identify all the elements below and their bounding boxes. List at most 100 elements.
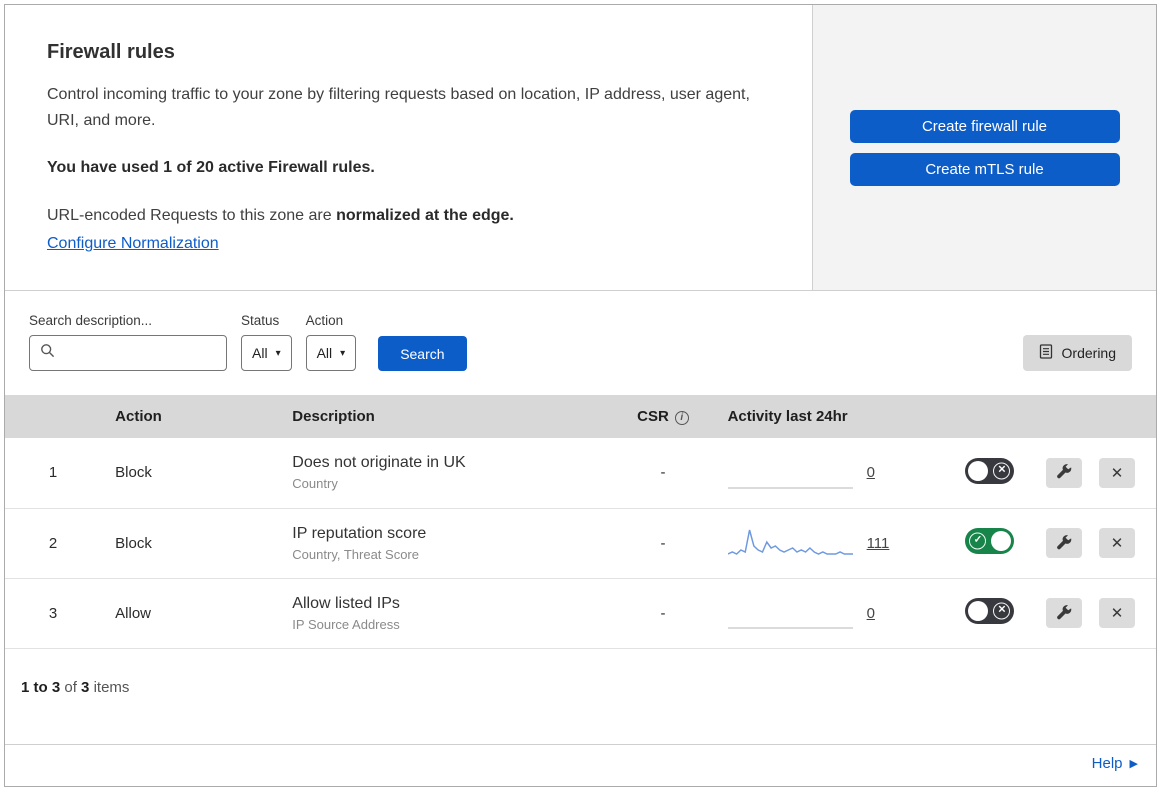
activity-sparkline [727,456,853,490]
rule-enable-toggle[interactable]: ✕ [965,598,1015,624]
rule-number: 3 [5,578,102,649]
close-icon: ✕ [1110,605,1124,622]
edit-rule-button[interactable] [1046,457,1083,488]
rule-enable-toggle[interactable]: ✓ [965,528,1015,554]
column-header-action: Action [115,408,162,425]
intro-card: Firewall rules Control incoming traffic … [5,5,813,290]
table-row: 1 Block Does not originate in UK Country… [5,438,1156,509]
toggle-knob [991,531,1012,551]
column-header-delete [1085,395,1156,438]
activity-cell: 0 [727,596,938,630]
action-select[interactable]: All ▾ [305,335,357,371]
rules-table-header: Action Description CSR i Activity last 24… [5,395,1156,438]
top-section: Firewall rules Control incoming traffic … [5,5,1156,291]
status-filter-group: Status All ▾ [241,313,292,371]
page-title: Firewall rules [47,41,175,63]
pagination-summary: 1 to 3 of 3 items [5,649,1156,745]
rule-description: Allow listed IPs [292,594,400,612]
edit-rule-button[interactable] [1046,598,1083,628]
rule-action: Block [101,508,279,579]
csr-header-label: CSR [637,408,669,425]
activity-cell: 0 [727,456,938,490]
column-header-description: Description [292,408,375,425]
column-header-edit [1032,395,1085,438]
normalization-note: URL-encoded Requests to this zone are no… [47,207,770,225]
status-select-value: All [252,345,268,361]
info-icon[interactable]: i [674,411,689,425]
column-header-toggle [951,395,1032,438]
activity-count-link[interactable]: 111 [867,535,890,552]
rules-table-body: 1 Block Does not originate in UK Country… [5,438,1156,649]
rule-number: 2 [5,508,102,579]
normalization-note-bold: normalized at the edge. [336,207,514,225]
arrow-right-icon: ▶ [1129,758,1138,770]
page-description: Control incoming traffic to your zone by… [47,86,750,129]
actions-panel: Create firewall rule Create mTLS rule [813,5,1156,290]
activity-count-link[interactable]: 0 [867,605,875,622]
configure-normalization-link[interactable]: Configure Normalization [47,235,219,252]
table-row: 2 Block IP reputation score Country, Thr… [5,508,1156,579]
column-header-activity: Activity last 24hr [727,408,848,425]
activity-count-link[interactable]: 0 [867,464,875,481]
delete-rule-button[interactable]: ✕ [1099,598,1136,628]
help-row: Help ▶ [5,745,1156,786]
chevron-down-icon: ▾ [340,347,346,359]
delete-rule-button[interactable]: ✕ [1099,528,1136,558]
rules-table: Action Description CSR i Activity last 24… [5,395,1156,649]
search-box [29,335,227,371]
delete-rule-button[interactable]: ✕ [1099,457,1136,488]
action-filter-group: Action All ▾ [305,313,357,371]
create-firewall-rule-button[interactable]: Create firewall rule [849,110,1120,143]
close-icon: ✕ [1110,535,1124,552]
search-label: Search description... [29,313,153,328]
ordering-button-label: Ordering [1061,345,1116,361]
rule-match-fields: Country, Threat Score [292,546,419,562]
rule-action: Block [101,438,279,509]
close-icon: ✕ [1110,464,1124,482]
toggle-knob [968,460,989,481]
search-button[interactable]: Search [378,336,467,371]
wrench-icon [1056,463,1072,482]
create-mtls-rule-button[interactable]: Create mTLS rule [849,153,1120,186]
action-label: Action [305,313,344,328]
help-link[interactable]: Help ▶ [1092,755,1138,772]
rule-match-fields: IP Source Address [292,616,400,632]
activity-cell: 111 [727,526,938,560]
ordering-button[interactable]: Ordering [1022,335,1132,371]
search-icon [40,343,55,363]
rule-description: IP reputation score [292,524,427,542]
status-select[interactable]: All ▾ [241,335,292,371]
rule-csr-value: - [612,438,714,509]
toggle-state-icon: ✓ [969,532,987,550]
pagination-of: of [64,678,77,696]
pagination-range: 1 to 3 [21,678,61,696]
search-filter-group: Search description... [29,313,227,371]
filter-bar: Search description... Status All ▾ Actio… [5,291,1156,395]
rule-csr-value: - [612,578,714,649]
rule-action: Allow [101,578,279,649]
rule-match-fields: Country [292,476,338,492]
activity-sparkline [727,526,853,560]
pagination-items-label: items [93,678,130,696]
rule-csr-value: - [612,508,714,579]
help-link-label: Help [1091,755,1123,772]
list-icon [1039,344,1053,362]
rule-enable-toggle[interactable]: ✕ [965,457,1015,484]
edit-rule-button[interactable] [1046,528,1083,558]
pagination-total: 3 [81,678,90,696]
toggle-state-icon: ✕ [993,602,1011,620]
column-header-csr: CSR i [612,395,713,438]
table-row: 3 Allow Allow listed IPs IP Source Addre… [5,578,1156,649]
usage-summary: You have used 1 of 20 active Firewall ru… [47,159,375,177]
column-header-number [5,395,101,438]
action-select-value: All [316,345,333,361]
rule-number: 1 [5,438,102,509]
toggle-knob [968,601,989,621]
wrench-icon [1056,534,1072,553]
normalization-note-text: URL-encoded Requests to this zone are [47,207,337,225]
activity-sparkline [727,596,853,630]
wrench-icon [1056,604,1072,623]
search-input[interactable] [62,344,216,362]
toggle-state-icon: ✕ [993,462,1011,480]
firewall-rules-page: Firewall rules Control incoming traffic … [4,4,1157,787]
